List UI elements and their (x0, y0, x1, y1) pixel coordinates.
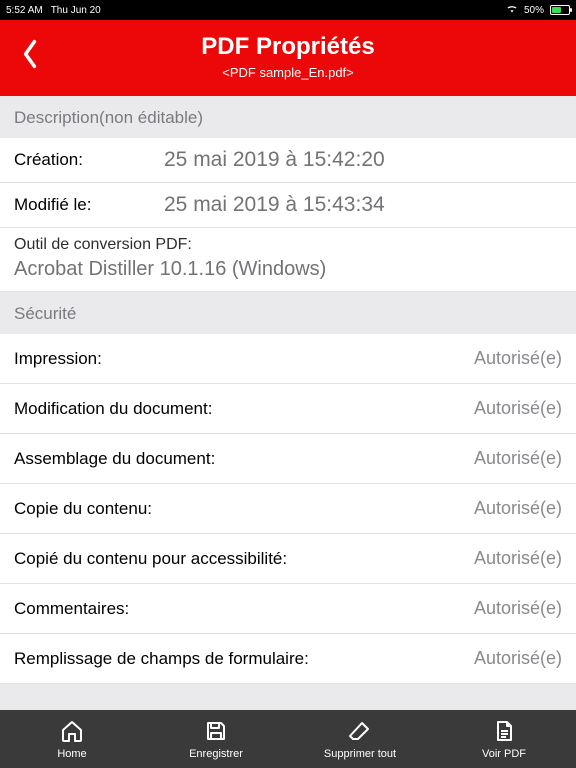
battery-icon (550, 5, 570, 15)
home-icon (60, 719, 84, 746)
save-label: Enregistrer (189, 748, 243, 760)
view-pdf-button[interactable]: Voir PDF (444, 719, 564, 760)
security-value: Autorisé(e) (474, 448, 562, 469)
save-button[interactable]: Enregistrer (156, 719, 276, 760)
home-button[interactable]: Home (12, 719, 132, 760)
security-value: Autorisé(e) (474, 398, 562, 419)
security-value: Autorisé(e) (474, 348, 562, 369)
properties-list: Description(non éditable) Création: 25 m… (0, 96, 576, 710)
security-label: Copié du contenu pour accessibilité: (14, 549, 287, 569)
security-row: Modification du document: Autorisé(e) (0, 384, 576, 434)
battery-percent: 50% (524, 5, 544, 16)
status-date: Thu Jun 20 (51, 5, 101, 16)
security-label: Commentaires: (14, 599, 129, 619)
back-button[interactable] (14, 36, 46, 72)
home-label: Home (57, 748, 86, 760)
security-value: Autorisé(e) (474, 498, 562, 519)
wifi-icon (506, 4, 518, 17)
row-creation: Création: 25 mai 2019 à 15:42:20 (0, 138, 576, 183)
security-row: Assemblage du document: Autorisé(e) (0, 434, 576, 484)
app-header: PDF Propriétés <PDF sample_En.pdf> (0, 20, 576, 96)
page-title: PDF Propriétés (201, 33, 374, 61)
document-icon (492, 719, 516, 746)
security-row: Copie du contenu: Autorisé(e) (0, 484, 576, 534)
status-bar: 5:52 AM Thu Jun 20 50% (0, 0, 576, 20)
page-subtitle: <PDF sample_En.pdf> (222, 65, 354, 80)
security-value: Autorisé(e) (474, 648, 562, 669)
security-value: Autorisé(e) (474, 548, 562, 569)
security-label: Copie du contenu: (14, 499, 152, 519)
modified-value: 25 mai 2019 à 15:43:34 (164, 193, 562, 217)
creation-label: Création: (14, 150, 164, 170)
section-security-header: Sécurité (0, 292, 576, 334)
creation-value: 25 mai 2019 à 15:42:20 (164, 148, 562, 172)
security-row: Remplissage de champs de formulaire: Auto… (0, 634, 576, 684)
modified-label: Modifié le: (14, 195, 164, 215)
row-conversion-tool: Outil de conversion PDF: Acrobat Distill… (0, 228, 576, 292)
tool-label: Outil de conversion PDF: (14, 236, 562, 254)
security-row: Commentaires: Autorisé(e) (0, 584, 576, 634)
row-modified: Modifié le: 25 mai 2019 à 15:43:34 (0, 183, 576, 228)
delete-all-label: Supprimer tout (324, 748, 396, 760)
status-time: 5:52 AM (6, 5, 43, 16)
security-value: Autorisé(e) (474, 598, 562, 619)
security-label: Assemblage du document: (14, 449, 215, 469)
save-icon (204, 719, 228, 746)
tool-value: Acrobat Distiller 10.1.16 (Windows) (14, 258, 562, 281)
eraser-icon (348, 719, 372, 746)
security-label: Modification du document: (14, 399, 212, 419)
security-label: Remplissage de champs de formulaire: (14, 649, 309, 669)
delete-all-button[interactable]: Supprimer tout (300, 719, 420, 760)
bottom-toolbar: Home Enregistrer Supprimer tout Voir PDF (0, 710, 576, 768)
security-row: Copié du contenu pour accessibilité: Auto… (0, 534, 576, 584)
security-label: Impression: (14, 349, 102, 369)
section-description-header: Description(non éditable) (0, 96, 576, 138)
security-row: Impression: Autorisé(e) (0, 334, 576, 384)
view-pdf-label: Voir PDF (482, 748, 526, 760)
